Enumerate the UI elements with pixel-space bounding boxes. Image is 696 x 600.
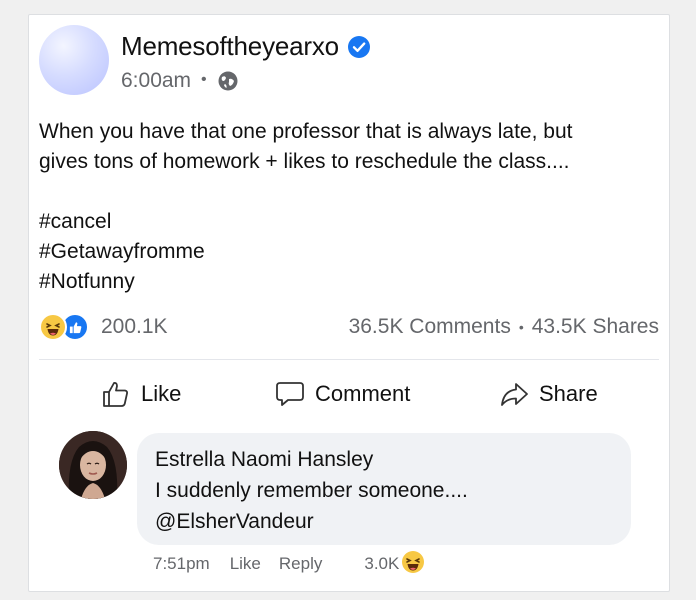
reaction-count: 200.1K	[101, 315, 168, 338]
comment-bubble: Estrella Naomi Hansley I suddenly rememb…	[137, 433, 631, 545]
post-meta: 6:00am •	[121, 69, 239, 93]
thumbs-up-icon	[101, 379, 131, 409]
hashtag-link[interactable]: #cancel	[39, 207, 659, 237]
post-text-line: gives tons of homework + likes to resche…	[39, 150, 570, 173]
meta-separator: •	[201, 71, 207, 88]
comment-reply-button[interactable]: Reply	[279, 554, 322, 574]
haha-reaction-icon	[401, 550, 425, 579]
post-body: When you have that one professor that is…	[39, 117, 659, 297]
comment-reaction-count[interactable]: 3.0K	[364, 554, 399, 574]
share-label: Share	[539, 381, 598, 406]
comment-meta: 7:51pm Like Reply 3.0K	[153, 549, 425, 579]
post-card: Memesoftheyearxo 6:00am • When you have …	[28, 14, 670, 592]
page-name[interactable]: Memesoftheyearxo	[121, 31, 339, 62]
action-bar: Like Comment Share	[39, 379, 659, 415]
like-button[interactable]: Like	[101, 379, 181, 409]
share-arrow-icon	[499, 379, 529, 409]
post-timestamp[interactable]: 6:00am	[121, 69, 191, 93]
reactions-summary[interactable]: 200.1K	[39, 313, 168, 341]
stats-separator: •	[518, 319, 524, 335]
engagement-counts: 36.5K Comments • 43.5K Shares	[349, 315, 659, 339]
like-label: Like	[141, 381, 182, 406]
hashtag-link[interactable]: #Notfunny	[39, 267, 659, 297]
comment-label: Comment	[315, 381, 411, 406]
haha-reaction-icon	[39, 313, 67, 341]
share-button[interactable]: Share	[499, 379, 598, 409]
globe-icon	[217, 70, 239, 92]
comment-text-line: I suddenly remember someone....	[155, 479, 468, 502]
post-header: Memesoftheyearxo	[121, 31, 371, 62]
comment-button[interactable]: Comment	[275, 379, 410, 409]
comment-bubble-icon	[275, 379, 305, 409]
mention-link[interactable]: @ElsherVandeur	[155, 506, 613, 537]
hashtag-link[interactable]: #Getawayfromme	[39, 237, 659, 267]
comment-timestamp[interactable]: 7:51pm	[153, 554, 210, 574]
page-avatar[interactable]	[39, 25, 109, 95]
commenter-name[interactable]: Estrella Naomi Hansley	[155, 445, 613, 475]
shares-count-link[interactable]: 43.5K Shares	[532, 315, 659, 339]
comment-like-button[interactable]: Like	[230, 554, 261, 574]
post-stats: 200.1K 36.5K Comments • 43.5K Shares	[39, 313, 659, 343]
divider	[39, 359, 659, 360]
verified-badge-icon	[347, 35, 371, 59]
comments-count-link[interactable]: 36.5K Comments	[349, 315, 511, 339]
commenter-avatar[interactable]	[59, 431, 127, 499]
post-text-line: When you have that one professor that is…	[39, 120, 573, 143]
